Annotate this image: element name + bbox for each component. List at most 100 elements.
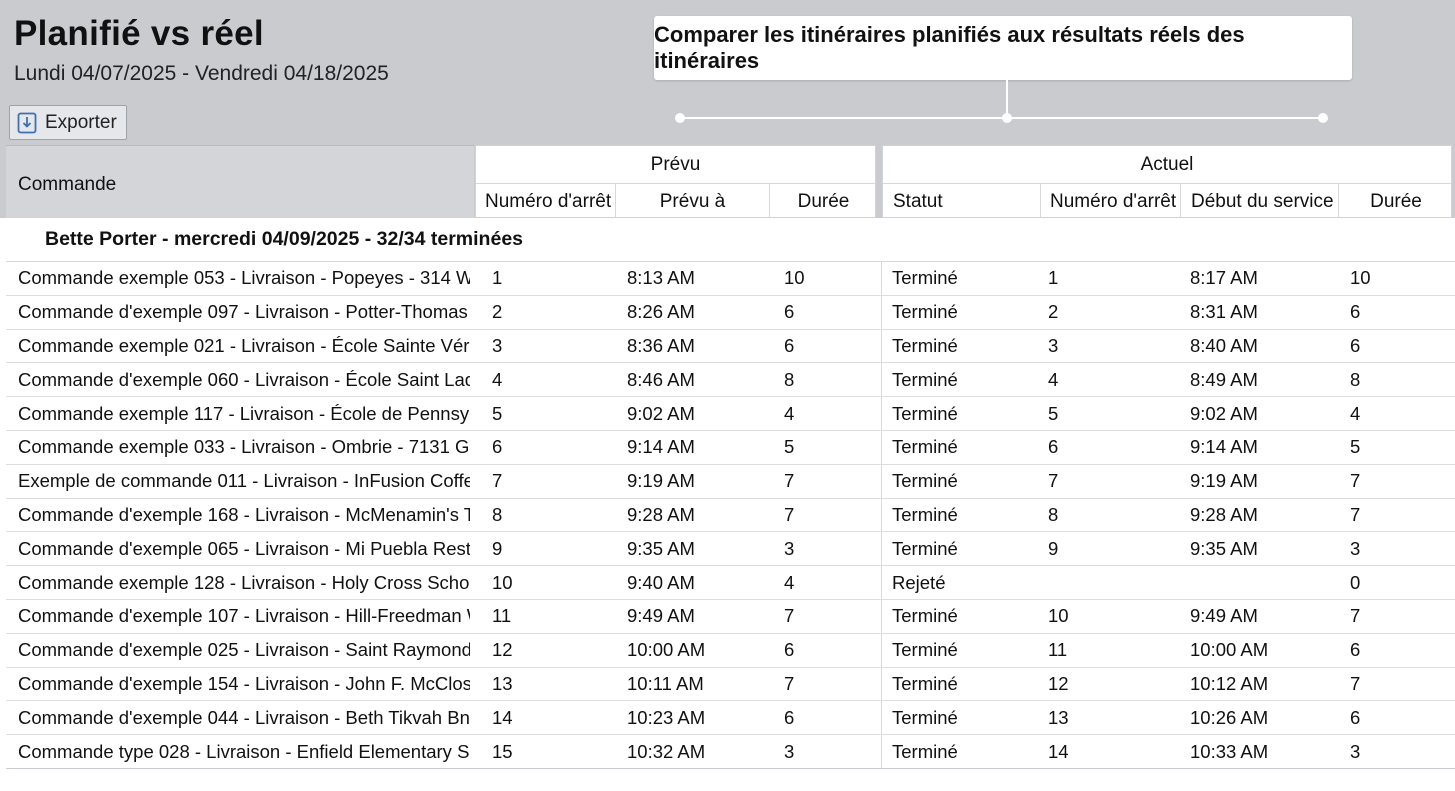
actual-duration-cell: 6	[1350, 301, 1361, 323]
route-group-row[interactable]: Bette Porter - mercredi 04/09/2025 - 32/…	[6, 218, 1455, 262]
actual-duration-cell: 7	[1350, 503, 1361, 525]
order-cell: Commande exemple 128 - Livraison - Holy …	[18, 571, 470, 593]
status-cell: Terminé	[892, 639, 958, 661]
actual-duration-cell: 10	[1350, 267, 1371, 289]
service-start-cell: 9:02 AM	[1190, 402, 1258, 424]
planned-stop-cell: 2	[492, 301, 503, 323]
table-row[interactable]: Commande d'exemple 044 - Livraison - Bet…	[6, 701, 1455, 736]
order-cell: Commande d'exemple 097 - Livraison - Pot…	[18, 301, 470, 323]
planned-stop-cell: 5	[492, 402, 503, 424]
status-cell: Terminé	[892, 672, 958, 694]
export-label: Exporter	[45, 111, 117, 133]
col-header-planned-duration[interactable]: Durée	[770, 184, 877, 219]
planned-duration-cell: 6	[784, 334, 795, 356]
column-divider	[881, 566, 882, 599]
col-header-actual-stop[interactable]: Numéro d'arrêt	[1041, 184, 1181, 219]
table-row[interactable]: Commande exemple 021 - Livraison - École…	[6, 329, 1455, 364]
table-row[interactable]: Exemple de commande 011 - Livraison - In…	[6, 464, 1455, 499]
status-cell: Terminé	[892, 334, 958, 356]
col-header-planned-at[interactable]: Prévu à	[616, 184, 770, 219]
column-divider	[881, 430, 882, 464]
planned-at-cell: 9:40 AM	[627, 571, 695, 593]
column-divider	[881, 667, 882, 701]
callout-box: Comparer les itinéraires planifiés aux r…	[654, 16, 1352, 80]
actual-stop-cell: 1	[1048, 267, 1059, 289]
status-cell: Terminé	[892, 537, 958, 559]
table-row[interactable]: Commande exemple 128 - Livraison - Holy …	[6, 566, 1455, 600]
planned-duration-cell: 3	[784, 740, 795, 762]
planned-duration-cell: 6	[784, 301, 795, 323]
col-header-status[interactable]: Statut	[883, 184, 1041, 219]
actual-duration-cell: 6	[1350, 706, 1361, 728]
order-cell: Commande exemple 117 - Livraison - École…	[18, 402, 470, 424]
status-cell: Terminé	[892, 301, 958, 323]
actual-stop-cell: 11	[1048, 639, 1068, 661]
planned-stop-cell: 7	[492, 470, 503, 492]
order-cell: Commande d'exemple 168 - Livraison - McM…	[18, 503, 470, 525]
planned-at-cell: 9:28 AM	[627, 503, 695, 525]
planned-duration-cell: 7	[784, 470, 795, 492]
column-divider	[881, 363, 882, 397]
column-divider	[881, 701, 882, 735]
order-cell: Commande exemple 053 - Livraison - Popey…	[18, 267, 470, 289]
planned-duration-cell: 10	[784, 267, 805, 289]
table-row[interactable]: Commande type 028 - Livraison - Enfield …	[6, 735, 1455, 769]
page-title: Planifié vs réel	[14, 14, 264, 53]
planned-duration-cell: 3	[784, 537, 795, 559]
table-row[interactable]: Commande d'exemple 065 - Livraison - Mi …	[6, 532, 1455, 567]
column-divider	[881, 295, 882, 329]
service-start-cell: 9:14 AM	[1190, 436, 1258, 458]
planned-stop-cell: 10	[492, 571, 513, 593]
service-start-cell: 10:33 AM	[1190, 740, 1269, 762]
table-row[interactable]: Commande d'exemple 168 - Livraison - McM…	[6, 498, 1455, 533]
col-header-actual-duration[interactable]: Durée	[1339, 184, 1453, 219]
actual-stop-cell: 3	[1048, 334, 1059, 356]
actual-duration-cell: 3	[1350, 537, 1361, 559]
order-cell: Commande d'exemple 154 - Livraison - Joh…	[18, 672, 470, 694]
planned-at-cell: 9:14 AM	[627, 436, 695, 458]
status-cell: Terminé	[892, 402, 958, 424]
table-row[interactable]: Commande d'exemple 025 - Livraison - Sai…	[6, 633, 1455, 668]
actual-duration-cell: 3	[1350, 740, 1361, 762]
planned-at-cell: 8:36 AM	[627, 334, 695, 356]
planned-at-cell: 10:00 AM	[627, 639, 706, 661]
service-start-cell: 10:26 AM	[1190, 706, 1269, 728]
column-divider	[881, 633, 882, 667]
status-cell: Terminé	[892, 436, 958, 458]
table-row[interactable]: Commande d'exemple 107 - Livraison - Hil…	[6, 599, 1455, 634]
col-header-planned-stop[interactable]: Numéro d'arrêt	[476, 184, 616, 219]
table-body: Commande exemple 053 - Livraison - Popey…	[6, 262, 1455, 769]
order-column-label: Commande	[18, 174, 117, 195]
actual-group-header: Actuel Statut Numéro d'arrêt Début du se…	[882, 145, 1453, 219]
actual-duration-cell: 6	[1350, 639, 1361, 661]
planned-at-cell: 10:23 AM	[627, 706, 706, 728]
table-row[interactable]: Commande d'exemple 060 - Livraison - Éco…	[6, 363, 1455, 398]
col-header-service-start[interactable]: Début du service	[1181, 184, 1339, 219]
table-row[interactable]: Commande exemple 117 - Livraison - École…	[6, 397, 1455, 431]
actual-duration-cell: 7	[1350, 605, 1361, 627]
column-divider	[881, 599, 882, 633]
table-row[interactable]: Commande d'exemple 097 - Livraison - Pot…	[6, 295, 1455, 330]
service-start-cell: 9:19 AM	[1190, 470, 1258, 492]
planned-at-cell: 8:46 AM	[627, 368, 695, 390]
order-column-header[interactable]: Commande	[6, 145, 474, 218]
export-button[interactable]: Exporter	[9, 105, 127, 140]
actual-stop-cell: 8	[1048, 503, 1059, 525]
planned-stop-cell: 3	[492, 334, 503, 356]
planned-stop-cell: 4	[492, 368, 503, 390]
service-start-cell: 10:12 AM	[1190, 672, 1269, 694]
actual-duration-cell: 6	[1350, 334, 1361, 356]
actual-stop-cell	[1048, 566, 1148, 599]
planned-stop-cell: 11	[492, 605, 512, 627]
actual-stop-cell: 9	[1048, 537, 1059, 559]
order-cell: Commande exemple 021 - Livraison - École…	[18, 334, 470, 356]
table-row[interactable]: Commande d'exemple 154 - Livraison - Joh…	[6, 667, 1455, 702]
service-start-cell	[1190, 566, 1330, 599]
status-cell: Rejeté	[892, 571, 946, 593]
actual-group-title: Actuel	[883, 146, 1451, 184]
table-row[interactable]: Commande exemple 033 - Livraison - Ombri…	[6, 430, 1455, 465]
table-row[interactable]: Commande exemple 053 - Livraison - Popey…	[6, 262, 1455, 296]
actual-stop-cell: 4	[1048, 368, 1059, 390]
order-cell: Exemple de commande 011 - Livraison - In…	[18, 470, 470, 492]
service-start-cell: 9:28 AM	[1190, 503, 1258, 525]
